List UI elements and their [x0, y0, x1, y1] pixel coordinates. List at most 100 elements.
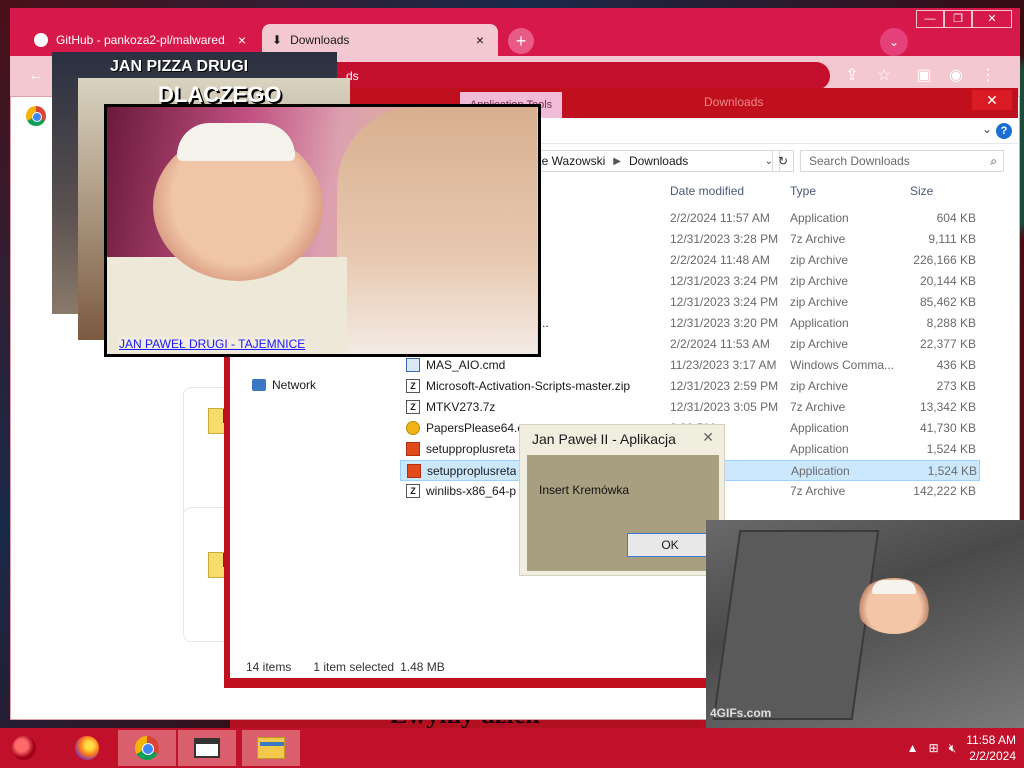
gif-popup[interactable]: 4GIFs.com — [706, 520, 1024, 728]
zip-file-icon: Z — [406, 379, 420, 393]
file-type: zip Archive — [790, 253, 849, 267]
script-file-icon — [406, 358, 420, 372]
tab-search-chevron-icon[interactable]: ⌄ — [880, 28, 908, 56]
chrome-logo-icon — [26, 106, 46, 126]
file-row[interactable]: MAS_AIO.cmd 11/23/2023 3:17 AM Windows Com… — [400, 355, 980, 376]
breadcrumb-user[interactable]: ike Wazowski — [533, 154, 605, 168]
column-size[interactable]: Size — [910, 184, 933, 198]
breadcrumb[interactable]: ike Wazowski ▶ Downloads ⌄ — [520, 150, 780, 172]
status-item-count: 14 items — [246, 660, 292, 674]
file-type: Application — [790, 316, 849, 330]
side-panel-icon[interactable]: ▣ — [912, 64, 936, 88]
back-arrow-icon[interactable]: ← — [24, 64, 48, 88]
folder-icon — [257, 737, 285, 759]
file-type: Application — [791, 464, 850, 478]
tab-github-close-icon[interactable]: × — [234, 32, 250, 48]
chrome-icon — [135, 736, 159, 760]
file-name: winlibs-x86_64-p — [426, 484, 517, 498]
file-name: Microsoft-Activation-Scripts-master.zip — [426, 379, 631, 393]
system-tray: ▲ ⊞ 🔇︎ 11:58 AM 2/2/2024 — [907, 732, 1016, 764]
ok-button[interactable]: OK — [627, 533, 713, 557]
pavement-slab — [712, 530, 880, 720]
minimize-button[interactable]: — — [916, 10, 944, 28]
clock-date: 2/2/2024 — [969, 749, 1016, 763]
7z-file-icon: Z — [406, 400, 420, 414]
start-button-icon[interactable] — [12, 736, 36, 760]
file-size: 436 KB — [936, 358, 976, 372]
github-icon — [34, 33, 48, 47]
file-date: 12/31/2023 3:24 PM — [670, 274, 779, 288]
column-type[interactable]: Type — [790, 184, 816, 198]
meme-image-front[interactable]: JAN PAWEŁ DRUGI - TAJEMNICE — [104, 104, 541, 357]
file-type: 7z Archive — [790, 484, 846, 498]
pope-head-gif — [856, 578, 932, 634]
close-window-button[interactable]: ✕ — [972, 10, 1012, 28]
share-icon[interactable]: ⇪ — [840, 64, 864, 88]
office-file-icon — [407, 464, 421, 478]
profile-avatar-icon[interactable]: ◉ — [944, 64, 968, 88]
file-date: 2/2/2024 11:57 AM — [670, 211, 770, 225]
dialog-title: Jan Paweł II - Aplikacja — [532, 431, 676, 447]
taskbar-chrome[interactable] — [118, 730, 176, 766]
file-name: PapersPlease64.e — [426, 421, 525, 435]
file-type: Application — [790, 211, 849, 225]
file-size: 41,730 KB — [919, 421, 976, 435]
volume-muted-icon[interactable]: 🔇︎ — [949, 741, 957, 756]
nav-network-label: Network — [272, 378, 317, 392]
file-row[interactable]: Z Microsoft-Activation-Scripts-master.zip… — [400, 376, 980, 397]
status-selected: 1 item selected — [313, 660, 395, 674]
tab-github-title: GitHub - pankoza2-pl/malwared... — [56, 33, 226, 47]
column-date-modified[interactable]: Date modified — [670, 184, 744, 198]
file-size: 20,144 KB — [919, 274, 976, 288]
message-dialog: Jan Paweł II - Aplikacja ✕ Insert Kremów… — [519, 424, 725, 576]
taskbar-window[interactable] — [178, 730, 236, 766]
tab-downloads-title: Downloads — [290, 33, 350, 47]
refresh-button[interactable]: ↻ — [772, 150, 794, 172]
menu-dots-icon[interactable]: ⋮ — [976, 64, 1000, 88]
file-size: 1,524 KB — [926, 442, 976, 456]
maximize-button[interactable]: ❐ — [944, 10, 972, 28]
tray-expand-icon[interactable]: ▲ — [907, 741, 919, 755]
explorer-close-button[interactable]: ✕ — [972, 90, 1012, 110]
ribbon-expand-chevron-icon[interactable]: ⌄ — [982, 122, 992, 136]
file-type: zip Archive — [790, 295, 849, 309]
file-date: 12/31/2023 3:05 PM — [670, 400, 779, 414]
taskbar-firefox[interactable] — [58, 730, 116, 766]
file-name: setupproplusreta — [426, 442, 516, 456]
file-type: zip Archive — [790, 379, 849, 393]
status-size: 1.48 MB — [400, 660, 445, 674]
taskbar-explorer[interactable] — [242, 730, 300, 766]
dialog-message: Insert Kremówka — [539, 483, 630, 497]
file-date: 11/23/2023 3:17 AM — [670, 358, 777, 372]
file-size: 13,342 KB — [919, 400, 976, 414]
breadcrumb-downloads[interactable]: Downloads — [629, 154, 688, 168]
new-tab-button[interactable]: + — [508, 28, 534, 54]
7z-file-icon: Z — [406, 484, 420, 498]
papers-file-icon — [406, 421, 420, 435]
file-type: Application — [790, 442, 849, 456]
file-row[interactable]: Z MTKV273.7z 12/31/2023 3:05 PM 7z Archive 1… — [400, 397, 980, 418]
dialog-body: Insert Kremówka OK — [527, 455, 719, 571]
file-name: MTKV273.7z — [426, 400, 496, 414]
search-input[interactable]: Search Downloads ⌕ — [800, 150, 1004, 172]
download-icon: ⬇ — [272, 33, 283, 47]
file-name: MAS_AIO.cmd — [426, 358, 506, 372]
clock[interactable]: 11:58 AM 2/2/2024 — [966, 732, 1016, 764]
bookmark-star-icon[interactable]: ☆ — [872, 64, 896, 88]
dialog-close-icon[interactable]: ✕ — [702, 429, 714, 446]
network-tray-icon[interactable]: ⊞ — [929, 741, 939, 755]
file-size: 142,222 KB — [913, 484, 976, 498]
meme-link[interactable]: JAN PAWEŁ DRUGI - TAJEMNICE — [119, 337, 306, 351]
file-size: 85,462 KB — [919, 295, 976, 309]
tab-downloads-close-icon[interactable]: × — [472, 32, 488, 48]
file-type: Application — [790, 421, 849, 435]
file-type: 7z Archive — [790, 232, 846, 246]
file-date: 2/2/2024 11:53 AM — [670, 337, 770, 351]
file-size: 1,524 KB — [927, 464, 977, 478]
file-size: 9,111 KB — [928, 232, 976, 246]
nav-item-network[interactable]: Network — [252, 378, 316, 392]
network-icon — [252, 379, 266, 391]
gif-watermark: 4GIFs.com — [710, 706, 772, 720]
file-size: 22,377 KB — [919, 337, 976, 351]
help-icon[interactable]: ? — [996, 123, 1012, 139]
